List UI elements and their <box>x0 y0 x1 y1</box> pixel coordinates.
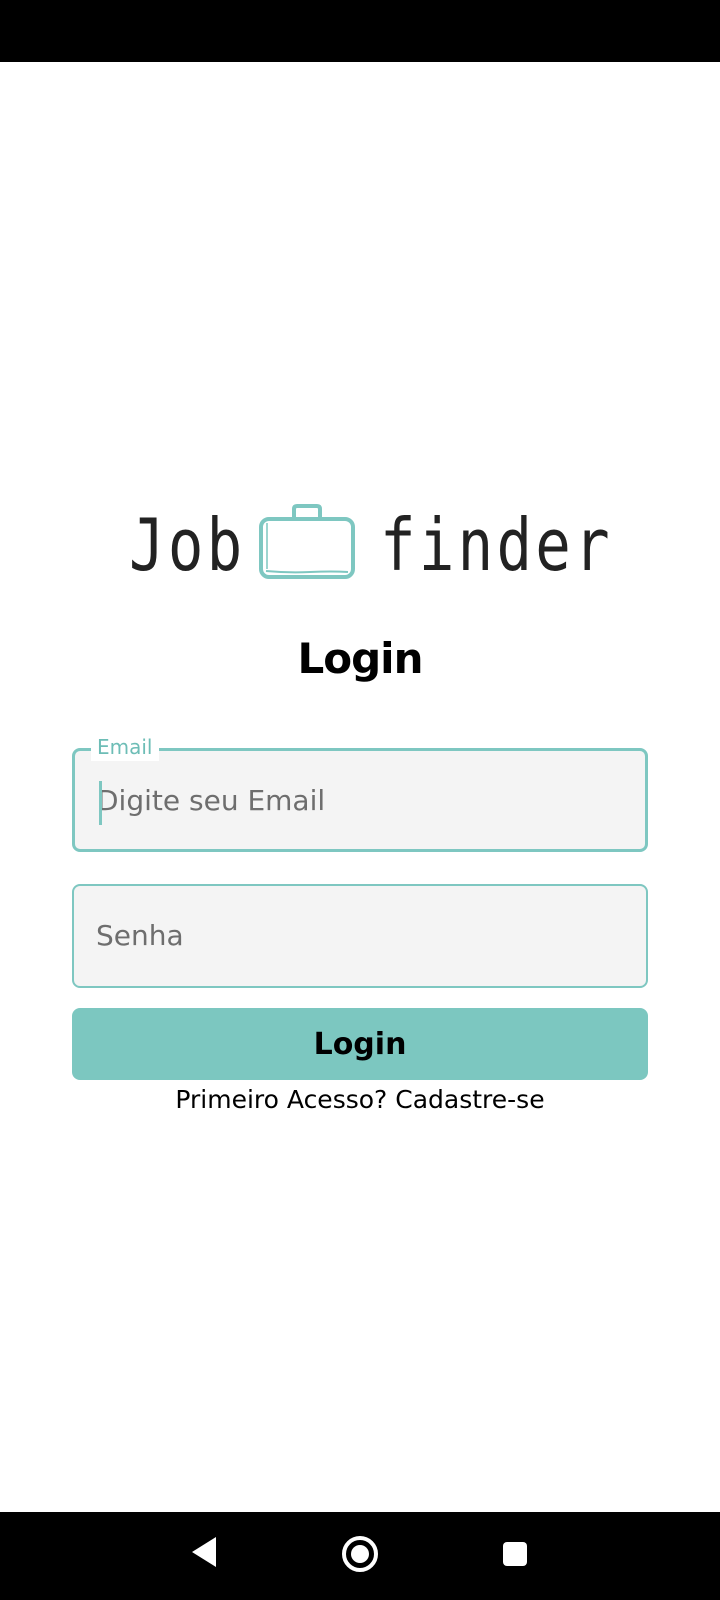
recents-icon[interactable] <box>502 1541 528 1567</box>
briefcase-icon <box>259 504 355 579</box>
email-input[interactable] <box>97 751 617 849</box>
app-logo: Job finder <box>0 495 720 595</box>
password-input[interactable] <box>96 886 616 984</box>
home-icon[interactable] <box>341 1535 379 1573</box>
login-button[interactable]: Login <box>72 1008 648 1080</box>
password-field[interactable] <box>72 884 648 988</box>
signup-link[interactable]: Primeiro Acesso? Cadastre-se <box>0 1085 720 1114</box>
status-bar <box>0 0 720 62</box>
email-field[interactable]: Email <box>72 733 648 852</box>
text-cursor <box>99 781 102 825</box>
page-title: Login <box>297 634 424 683</box>
logo-text-job: Job <box>129 503 246 587</box>
logo-text-finder: finder <box>380 503 613 587</box>
back-icon[interactable] <box>190 1535 218 1569</box>
